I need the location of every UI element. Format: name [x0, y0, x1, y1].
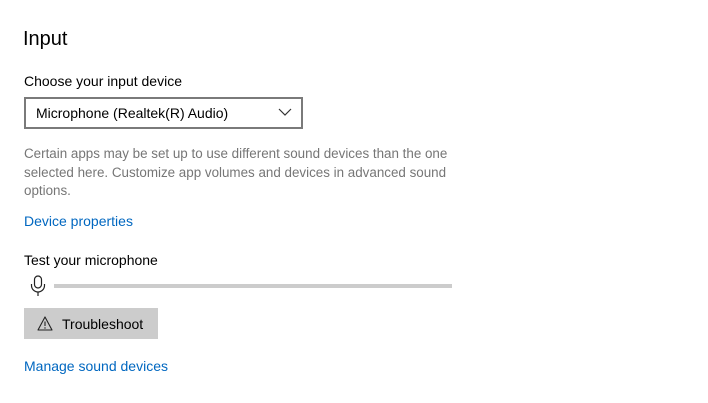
input-device-dropdown[interactable]: Microphone (Realtek(R) Audio) — [24, 97, 303, 129]
device-properties-link[interactable]: Device properties — [24, 212, 133, 230]
troubleshoot-button-label: Troubleshoot — [62, 316, 144, 332]
input-device-label: Choose your input device — [24, 73, 182, 89]
manage-sound-devices-link[interactable]: Manage sound devices — [24, 357, 168, 375]
input-device-note: Certain apps may be set up to use differ… — [24, 146, 448, 198]
warning-icon — [37, 316, 53, 331]
troubleshoot-button[interactable]: Troubleshoot — [24, 308, 158, 339]
input-device-selected-value: Microphone (Realtek(R) Audio) — [36, 105, 229, 121]
section-title: Input — [23, 28, 68, 50]
microphone-level-meter — [54, 284, 452, 288]
microphone-icon — [30, 275, 46, 296]
sound-input-panel: Input Choose your input device Microphon… — [0, 0, 708, 403]
chevron-down-icon — [278, 108, 292, 116]
test-microphone-label: Test your microphone — [24, 252, 158, 268]
